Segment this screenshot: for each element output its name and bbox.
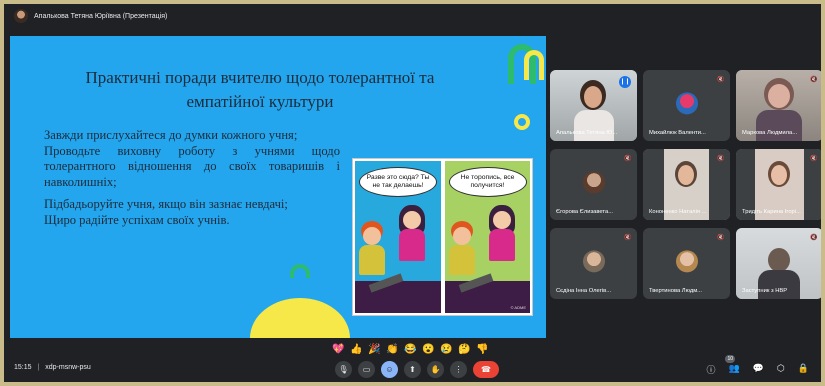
present-button[interactable]: ⬆ (404, 361, 421, 378)
thumbs-down-reaction-icon[interactable]: 👎 (476, 344, 488, 356)
avatar (582, 249, 605, 272)
comic-panel-right: Не торопись, все получится! © ADME (444, 161, 530, 313)
participant-tile[interactable]: Сєдіна Інна Олегів... (550, 228, 637, 299)
people-button[interactable]: 10 👥 (725, 355, 740, 376)
participant-name: Сєдіна Інна Олегів... (556, 288, 612, 294)
mic-off-icon (717, 234, 724, 241)
participant-name: Твертинова Людм... (649, 288, 703, 294)
speech-bubble-right: Не торопись, все получится! (448, 167, 527, 197)
participant-tile[interactable]: Єгорова Єлизавета... (550, 149, 637, 220)
slide-paragraph: Щиро радійте успіхам своїх учнів. (44, 212, 230, 227)
decor-yellow-ring (514, 114, 530, 130)
speech-bubble-left: Разве это сюда? Ты не так делаешь! (359, 167, 437, 197)
reactions-bar: 💖 👍 🎉 👏 😂 😮 😢 🤔 👎 (332, 344, 488, 356)
emoji-button[interactable]: ☺ (381, 361, 398, 378)
participant-name: Заступник з НВР (742, 288, 788, 294)
participant-tile[interactable]: Михайлюк Валенти... (643, 70, 730, 141)
mic-off-button[interactable]: 🎙 (335, 361, 352, 378)
slide-paragraph: Завжди прислухайтеся до думки кожного уч… (44, 128, 298, 142)
participant-tile[interactable]: Заступник з НВР (736, 228, 821, 299)
avatar (582, 170, 605, 193)
clap-reaction-icon[interactable]: 👏 (386, 344, 398, 356)
mic-off-icon (810, 155, 817, 162)
activities-icon[interactable]: ⬡ (777, 363, 785, 376)
mic-off-icon (624, 155, 631, 162)
presenter-label: Апалькова Тетяна Юріївна (Презентація) (34, 12, 168, 20)
raise-hand-button[interactable]: ✋ (427, 361, 444, 378)
meeting-code: xdp-msnw-psu (45, 364, 91, 371)
slide-body: Завжди прислухайтеся до думки кожного уч… (44, 128, 340, 228)
participant-name: Маркова Людмила... (742, 130, 798, 136)
comic-watermark: © ADME (510, 305, 526, 310)
chat-icon[interactable]: 💬 (753, 363, 764, 376)
leave-call-button[interactable]: ☎ (473, 361, 499, 378)
bottom-toolbar: 15:15 | xdp-msnw-psu 🎙 ▭ ☺ ⬆ ✋ ⋮ ☎ ⓘ 10 … (4, 355, 821, 382)
participant-tile[interactable]: ❙❙ Апалькова Тетяна Ю... (550, 70, 637, 141)
speaking-indicator-icon: ❙❙ (619, 76, 631, 88)
presenter-avatar (14, 9, 28, 23)
party-reaction-icon[interactable]: 🎉 (368, 344, 380, 356)
avatar (675, 91, 698, 114)
heart-reaction-icon[interactable]: 💖 (332, 344, 344, 356)
presenter-bar: Апалькова Тетяна Юріївна (Презентація) (4, 4, 234, 28)
decor-small-green-arc (290, 264, 310, 278)
participant-name: Кононенко Наталія ... (649, 209, 707, 215)
people-icon: 👥 (728, 363, 740, 373)
participant-name: Єгорова Єлизавета... (556, 209, 614, 215)
presentation-slide: Практичні поради вчителю щодо толерантно… (10, 36, 546, 338)
side-controls: ⓘ 10 👥 💬 ⬡ 🔒 (706, 355, 809, 376)
participant-name: Тридіть Карина Ігорі... (742, 209, 801, 215)
surprised-reaction-icon[interactable]: 😮 (422, 344, 434, 356)
laugh-reaction-icon[interactable]: 😂 (404, 344, 416, 356)
participant-name: Апалькова Тетяна Ю... (556, 130, 618, 136)
info-icon[interactable]: ⓘ (706, 363, 715, 376)
participant-tile[interactable]: Твертинова Людм... (643, 228, 730, 299)
participant-name: Михайлюк Валенти... (649, 130, 706, 136)
slide-title: Практичні поради вчителю щодо толерантно… (85, 68, 435, 111)
thumbs-up-reaction-icon[interactable]: 👍 (350, 344, 362, 356)
comic-image: Разве это сюда? Ты не так делаешь! Не то… (352, 158, 533, 316)
comic-panel-left: Разве это сюда? Ты не так делаешь! (355, 161, 441, 313)
mic-off-icon (810, 234, 817, 241)
slide-paragraph: Підбадьоруйте учня, якщо він зазнає невд… (44, 197, 288, 211)
mic-off-icon (624, 234, 631, 241)
mic-off-icon (717, 76, 724, 83)
camera-off-button[interactable]: ▭ (358, 361, 375, 378)
participant-tile[interactable]: Маркова Людмила... (736, 70, 821, 141)
mic-off-icon (810, 76, 817, 83)
decor-yellow-blob (250, 298, 350, 338)
mic-off-icon (717, 155, 724, 162)
participants-count: 10 (725, 355, 736, 363)
sad-reaction-icon[interactable]: 😢 (440, 344, 452, 356)
thinking-reaction-icon[interactable]: 🤔 (458, 344, 470, 356)
participant-tile[interactable]: Кононенко Наталія ... (643, 149, 730, 220)
participant-tile[interactable]: Тридіть Карина Ігорі... (736, 149, 821, 220)
slide-paragraph: Проводьте виховну роботу з учнями щодо т… (44, 143, 340, 189)
clock-time: 15:15 (14, 364, 32, 371)
avatar (675, 249, 698, 272)
call-controls: 🎙 ▭ ☺ ⬆ ✋ ⋮ ☎ (335, 361, 499, 378)
decor-yellow-arc (524, 50, 544, 80)
more-options-button[interactable]: ⋮ (450, 361, 467, 378)
host-controls-icon[interactable]: 🔒 (798, 363, 809, 376)
meeting-info: 15:15 | xdp-msnw-psu (14, 364, 91, 371)
meet-window: Апалькова Тетяна Юріївна (Презентація) П… (4, 4, 821, 382)
